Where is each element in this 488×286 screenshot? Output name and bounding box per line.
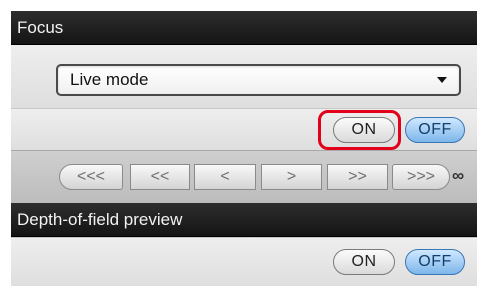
dof-toggle-row: ON OFF: [11, 237, 477, 286]
focus-adjust-row: <<< << < > >> >>> ∞: [11, 150, 477, 204]
focus-near-small-button[interactable]: <: [194, 164, 256, 190]
focus-header: Focus: [11, 11, 477, 45]
focus-mode-value: Live mode: [70, 70, 149, 89]
mode-row: Live mode: [11, 45, 477, 108]
live-view-af-row: ON OFF: [11, 108, 477, 151]
focus-far-small-button[interactable]: >: [261, 164, 322, 190]
chevron-down-icon: [437, 77, 447, 83]
focus-off-button[interactable]: OFF: [405, 117, 465, 143]
dof-off-button[interactable]: OFF: [405, 249, 465, 275]
focus-title: Focus: [17, 18, 64, 37]
focus-far-large-button[interactable]: >>>: [392, 164, 450, 190]
focus-far-medium-button[interactable]: >>: [327, 164, 388, 190]
dof-header: Depth-of-field preview: [11, 203, 477, 237]
focus-on-button[interactable]: ON: [333, 117, 395, 143]
infinity-icon: ∞: [452, 166, 465, 185]
dof-on-button[interactable]: ON: [333, 249, 395, 275]
focus-near-large-button[interactable]: <<<: [59, 164, 123, 190]
focus-mode-select[interactable]: Live mode: [56, 64, 461, 96]
focus-panel: Focus Live mode ON OFF <<< << < > >> >>>…: [11, 11, 477, 286]
focus-near-medium-button[interactable]: <<: [130, 164, 190, 190]
dof-title: Depth-of-field preview: [17, 210, 183, 229]
